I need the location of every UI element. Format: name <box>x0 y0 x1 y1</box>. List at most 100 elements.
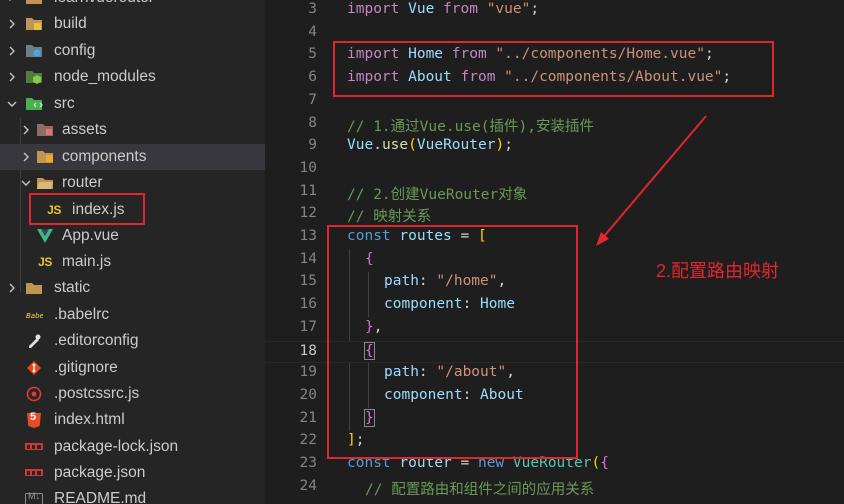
tree-item-label: assets <box>62 121 107 138</box>
code-line-active[interactable]: 18 { <box>265 340 844 364</box>
tree-item-index-js[interactable]: JS index.js <box>0 197 265 223</box>
code-text: } <box>364 408 375 427</box>
code-line[interactable]: 22 ]; <box>265 431 844 454</box>
code-line[interactable]: 8 // 1.通过Vue.use(插件),安装插件 <box>265 114 844 137</box>
tree-item-package-json[interactable]: package.json <box>0 460 265 486</box>
line-number: 19 <box>299 364 317 381</box>
code-line[interactable]: 12 // 映射关系 <box>265 204 844 227</box>
tree-item-app-vue[interactable]: App.vue <box>0 223 265 249</box>
tree-item-node-modules[interactable]: node_modules <box>0 64 265 90</box>
code-comment: // 1.通过Vue.use(插件),安装插件 <box>347 118 594 135</box>
tree-item-editorconfig[interactable]: .editorconfig <box>0 328 265 354</box>
folder-open-icon <box>25 0 43 11</box>
line-number: 23 <box>299 455 317 471</box>
npm-file-icon <box>25 434 43 460</box>
code-line[interactable]: 7 <box>265 91 844 114</box>
tree-item-router[interactable]: router <box>0 170 265 196</box>
tree-item-label: components <box>62 148 147 165</box>
folder-build-icon <box>25 11 43 37</box>
tree-item-index-html[interactable]: 5 index.html <box>0 407 265 433</box>
code-comment: // 配置路由和组件之间的应用关系 <box>365 481 595 498</box>
line-number: 5 <box>308 46 317 63</box>
code-line[interactable]: 5 import Home from "../components/Home.v… <box>265 45 844 68</box>
code-line[interactable]: 20 component: About <box>265 386 844 409</box>
chevron-right-icon <box>20 117 32 143</box>
npm-file-icon <box>25 460 43 486</box>
tree-item-label: .editorconfig <box>54 332 139 349</box>
tree-item-postcssrc[interactable]: .postcssrc.js <box>0 381 265 407</box>
editorconfig-file-icon <box>25 328 43 354</box>
code-line[interactable]: 13 const routes = [ <box>265 227 844 250</box>
folder-config-icon <box>25 38 43 64</box>
line-number: 24 <box>299 477 317 494</box>
code-line[interactable]: 16 component: Home <box>265 295 844 318</box>
code-line[interactable]: 21 } <box>265 408 844 432</box>
tree-item-label: README.md <box>54 490 147 504</box>
folder-assets-icon <box>36 117 54 143</box>
code-line[interactable]: 3 import Vue from "vue"; <box>265 0 844 23</box>
tree-item-src[interactable]: src <box>0 91 265 117</box>
code-line[interactable]: 9 Vue.use(VueRouter); <box>265 136 844 159</box>
line-number: 16 <box>299 296 317 313</box>
line-number: 13 <box>299 228 317 244</box>
tree-item-main-js[interactable]: JS main.js <box>0 249 265 275</box>
code-line[interactable]: 19 path: "/about", <box>265 363 844 386</box>
annotation-label: 2.配置路由映射 <box>656 261 780 281</box>
tree-item-config[interactable]: config <box>0 38 265 64</box>
code-comment: // 2.创建VueRouter对象 <box>347 186 528 203</box>
tree-item-label: package.json <box>54 464 146 481</box>
chevron-down-icon <box>20 170 32 196</box>
tree-item-build[interactable]: build <box>0 11 265 37</box>
code-line[interactable]: 4 <box>265 23 844 46</box>
tree-item-label: static <box>54 279 91 296</box>
svg-text:Babel: Babel <box>26 312 43 320</box>
code-line[interactable]: 6 import About from "../components/About… <box>265 68 844 91</box>
code-line[interactable]: 24 // 配置路由和组件之间的应用关系 <box>265 477 844 500</box>
tree-item-label: learnvuerouter <box>54 0 154 7</box>
code-text: ]; <box>347 432 365 449</box>
code-line[interactable]: 23 const router = new VueRouter({ <box>265 454 844 477</box>
tree-item-assets[interactable]: assets <box>0 117 265 143</box>
line-number: 8 <box>308 114 317 131</box>
line-number: 15 <box>299 273 317 290</box>
code-text: }, <box>365 318 383 335</box>
tree-item-label: .babelrc <box>54 306 110 323</box>
tree-item-label: main.js <box>62 253 112 270</box>
line-number: 6 <box>308 69 317 86</box>
tree-item-label: router <box>62 174 103 191</box>
code-editor[interactable]: 3 import Vue from "vue"; 4 5 import Home… <box>265 0 844 504</box>
git-file-icon <box>25 355 43 381</box>
line-number: 10 <box>299 159 317 176</box>
tree-item-gitignore[interactable]: .gitignore <box>0 355 265 381</box>
line-number: 21 <box>299 409 317 426</box>
code-line[interactable]: 17 }, <box>265 318 844 341</box>
tree-item-label: index.html <box>54 411 125 428</box>
tree-item-babelrc[interactable]: Babel .babelrc <box>0 302 265 328</box>
folder-components-icon <box>36 144 54 170</box>
code-text: const routes = [ <box>347 228 487 244</box>
tree-item-static[interactable]: static <box>0 275 265 301</box>
line-number: 3 <box>308 1 317 17</box>
js-file-icon: JS <box>38 255 52 269</box>
tree-item-label: .gitignore <box>54 359 118 376</box>
tree-item-package-lock[interactable]: package-lock.json <box>0 434 265 460</box>
code-line[interactable]: 11 // 2.创建VueRouter对象 <box>265 182 844 205</box>
folder-open-icon <box>36 170 54 196</box>
tree-item-components[interactable]: components <box>0 144 265 170</box>
line-number: 17 <box>299 318 317 335</box>
js-file-icon: JS <box>47 203 61 217</box>
tree-item-readme[interactable]: M↓ README.md <box>0 486 265 504</box>
folder-icon <box>25 275 43 301</box>
code-line[interactable]: 10 <box>265 159 844 182</box>
tree-item-label: node_modules <box>54 68 156 85</box>
line-number: 7 <box>308 91 317 108</box>
babel-file-icon: Babel <box>25 302 43 328</box>
vue-file-icon <box>36 223 54 249</box>
folder-src-icon <box>25 91 43 117</box>
tree-item-root[interactable]: learnvuerouter <box>0 0 265 11</box>
line-number: 14 <box>299 250 317 267</box>
line-number: 18 <box>299 342 317 359</box>
code-text: path: "/home", <box>384 273 507 290</box>
tree-item-label: App.vue <box>62 227 119 244</box>
line-number: 4 <box>308 23 317 40</box>
